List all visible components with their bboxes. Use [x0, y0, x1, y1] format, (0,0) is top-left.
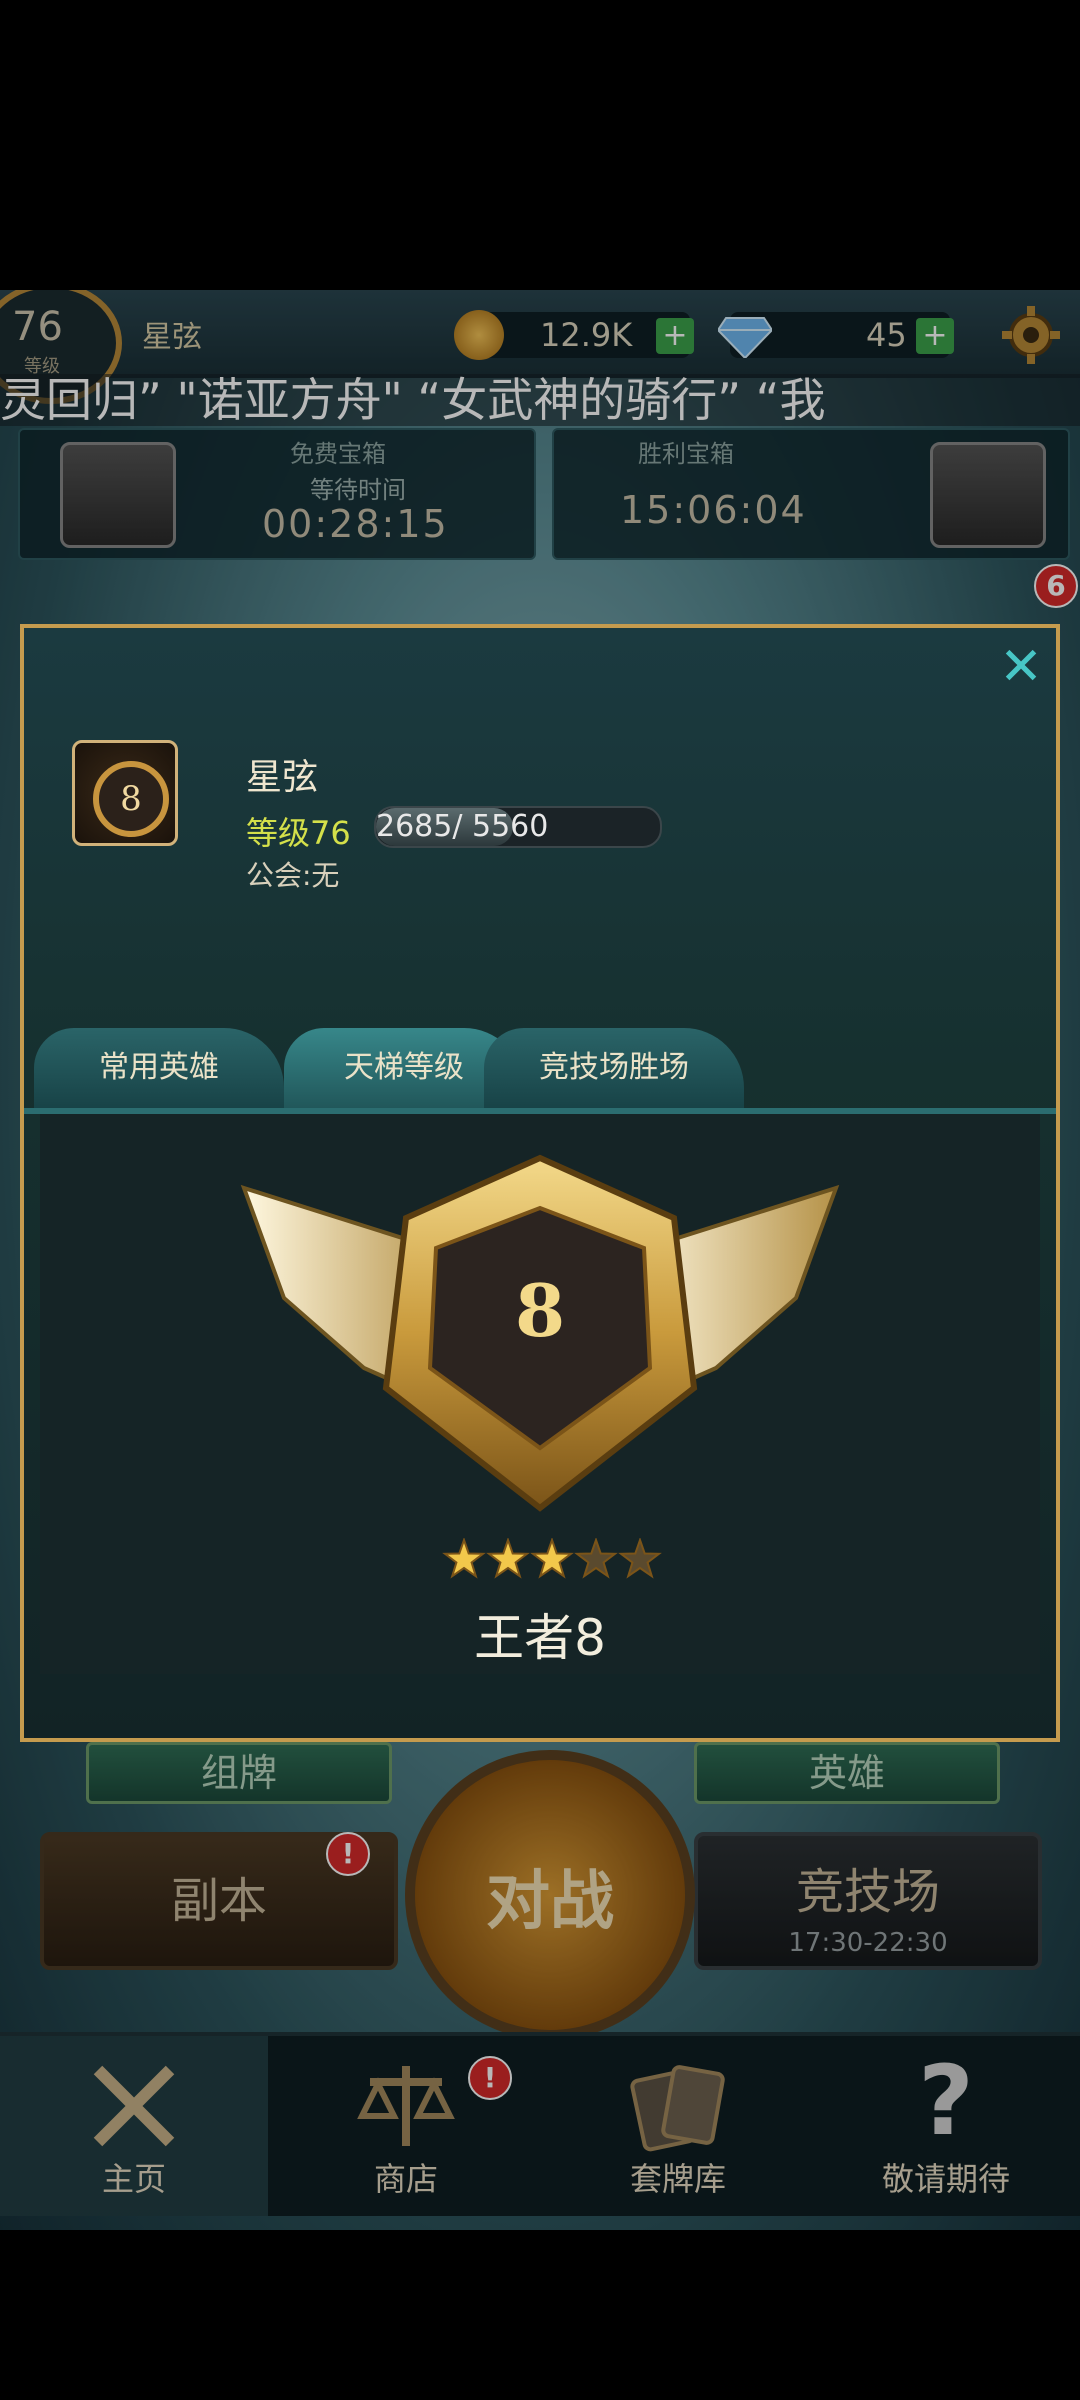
- xp-progress-text: 2685/ 5560: [376, 809, 549, 844]
- star-filled-icon: [486, 1538, 530, 1579]
- star-empty-icon: [618, 1538, 662, 1579]
- avatar-rank-badge: 8: [93, 761, 169, 837]
- tab-favorite-heroes[interactable]: 常用英雄: [34, 1028, 284, 1108]
- game-screen: 76 等级 星弦 12.9K + 45 + 灵回归” "诺亚方舟" “女武神的骑…: [0, 290, 1080, 2230]
- profile-level: 等级76: [246, 814, 351, 852]
- profile-guild: 公会:无: [246, 859, 340, 892]
- profile-modal: ✕ 8 星弦 等级76 2685/ 5560 公会:无 常用英雄 天梯等级 竞技…: [20, 624, 1060, 1742]
- star-empty-icon: [574, 1538, 618, 1579]
- star-filled-icon: [530, 1538, 574, 1579]
- rank-name: 王者8: [474, 1609, 606, 1667]
- profile-player-name: 星弦: [246, 757, 319, 798]
- rank-stars: [442, 1538, 662, 1579]
- xp-progress-bar: 2685/ 5560: [374, 806, 662, 848]
- profile-tabs: 常用英雄 天梯等级 竞技场胜场: [24, 1008, 1056, 1108]
- close-icon[interactable]: ✕: [996, 641, 1046, 693]
- rank-number: 8: [514, 1268, 566, 1353]
- player-avatar[interactable]: 8: [72, 740, 178, 846]
- tab-arena-wins[interactable]: 竞技场胜场: [484, 1028, 744, 1108]
- star-filled-icon: [442, 1538, 486, 1579]
